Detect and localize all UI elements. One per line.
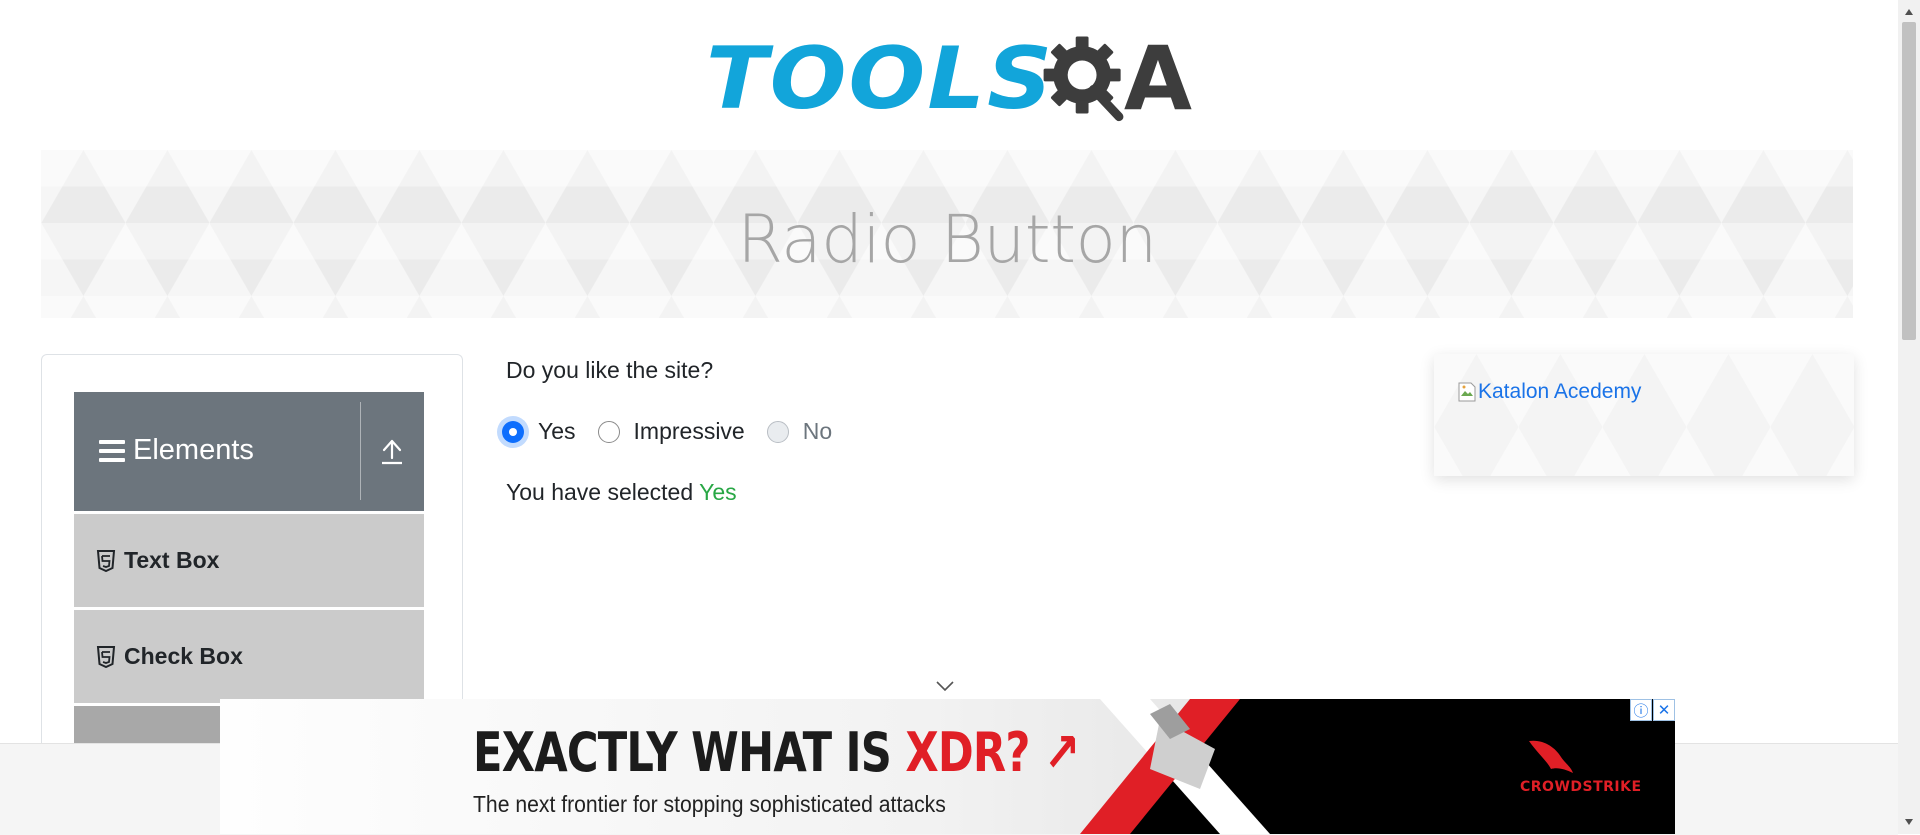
radio-yes[interactable] (502, 420, 524, 443)
bottom-ad-banner[interactable]: EXACTLY WHAT IS XDR? ↗ The next frontier… (220, 699, 1675, 834)
ad-close-icon[interactable]: ✕ (1653, 699, 1675, 721)
ad-headline-main: EXACTLY WHAT IS (473, 721, 906, 784)
html5-icon (96, 645, 116, 668)
scroll-up-arrow-icon[interactable] (1904, 8, 1914, 16)
ad-headline: EXACTLY WHAT IS XDR? ↗ (473, 721, 1080, 784)
ad-subline: The next frontier for stopping sophistic… (473, 791, 946, 817)
sidebar-item-label: Check Box (124, 643, 243, 669)
hamburger-icon (99, 440, 125, 462)
selection-result: You have selected Yes (506, 479, 737, 506)
result-prefix: You have selected (506, 479, 700, 505)
radio-option-impressive[interactable]: Impressive (597, 418, 745, 445)
sidebar-group-elements[interactable]: Elements (74, 392, 424, 511)
ad-controls: ⓘ ✕ (1629, 699, 1675, 721)
html5-icon (96, 549, 116, 572)
question-text: Do you like the site? (506, 357, 714, 383)
sidebar-item-check-box[interactable]: Check Box (74, 609, 424, 703)
vertical-scrollbar[interactable] (1898, 0, 1920, 834)
result-value: Yes (699, 479, 737, 505)
radio-impressive[interactable] (597, 420, 620, 443)
radio-yes-label[interactable]: Yes (538, 418, 576, 445)
broken-image-icon (1458, 382, 1476, 402)
ad-x-graphic-icon (1080, 699, 1270, 834)
crowdstrike-falcon-icon (1529, 740, 1573, 773)
sidebar-item-label: Text Box (124, 547, 220, 573)
toolsqa-logo[interactable]: TOOLS A (706, 22, 1192, 136)
radio-group: Yes Impressive No (502, 418, 854, 445)
katalon-ad-link[interactable]: Katalon Acedemy (1458, 380, 1641, 404)
collapse-arrow-icon[interactable] (380, 436, 404, 466)
radio-option-no: No (766, 418, 833, 445)
sidebar-group-title: Elements (133, 434, 254, 466)
page-banner: Radio Button (41, 150, 1853, 318)
group-header-divider (360, 402, 361, 500)
radio-impressive-label[interactable]: Impressive (634, 418, 745, 445)
radio-no-label: No (802, 418, 833, 444)
radio-option-yes[interactable]: Yes (502, 418, 576, 445)
logo-text-a: A (1123, 27, 1192, 130)
gear-magnifier-icon (1043, 36, 1124, 122)
katalon-ad-link-text[interactable]: Katalon Acedemy (1478, 380, 1641, 404)
sidebar-item-text-box[interactable]: Text Box (74, 513, 424, 607)
scrollbar-thumb[interactable] (1902, 22, 1916, 340)
ad-info-icon[interactable]: ⓘ (1630, 699, 1652, 721)
ad-brand: CROWDSTRIKE (1520, 779, 1642, 795)
scroll-down-arrow-icon[interactable] (1904, 818, 1914, 826)
katalon-ad-card: Katalon Acedemy (1434, 354, 1854, 476)
logo-text-tools: TOOLS (706, 29, 1055, 129)
radio-no (766, 420, 789, 443)
chevron-down-icon[interactable] (935, 680, 955, 692)
page-title: Radio Button (737, 200, 1157, 278)
